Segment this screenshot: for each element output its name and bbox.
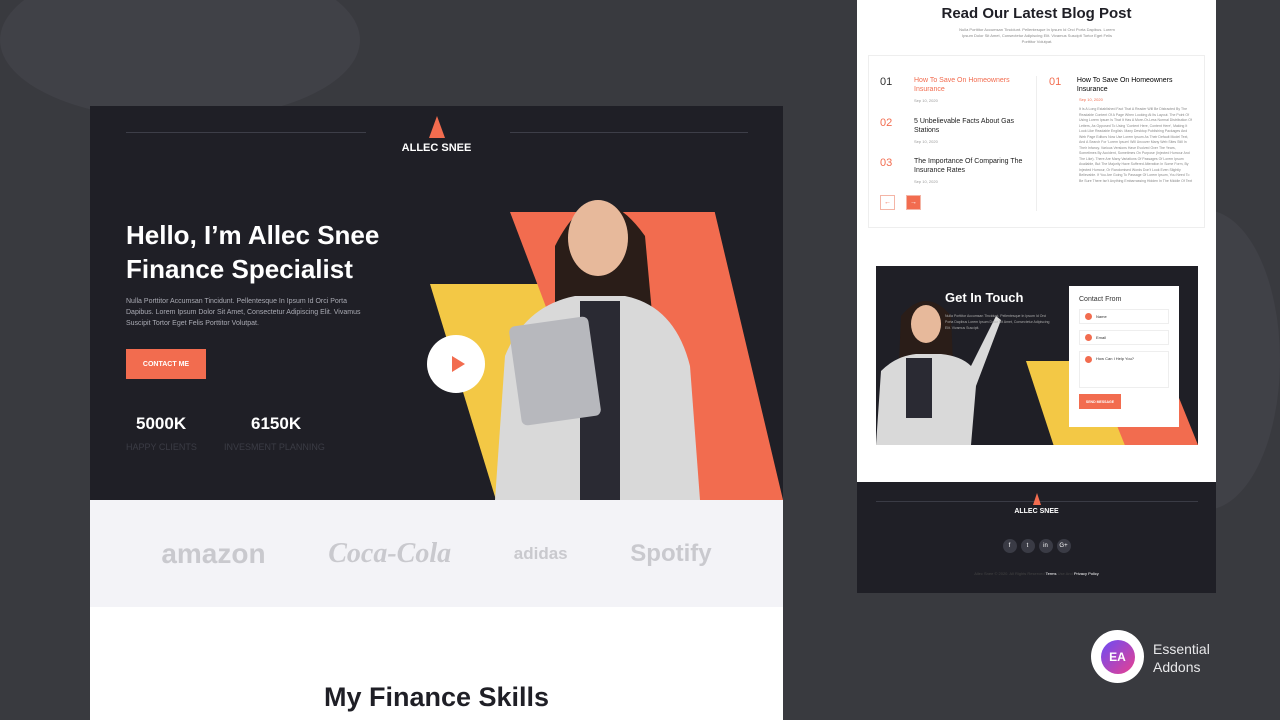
name-field[interactable]: Name	[1079, 309, 1169, 324]
brand-logos: amazon Coca-Cola adidas Spotify	[90, 500, 783, 607]
site-logo[interactable]: ALLEC SNEE	[90, 116, 783, 154]
item-title[interactable]: The Importance Of Comparing The Insuranc…	[914, 157, 1024, 175]
bg-shape	[0, 0, 360, 120]
message-placeholder: How Can I Help You?	[1096, 356, 1135, 361]
blog-subtitle: Nulla Porttitor Accumsan Tincidunt. Pell…	[959, 27, 1115, 44]
template-preview-home: ALLEC SNEE Hello, I’m Allec Snee Finance …	[90, 106, 783, 720]
hero-headline: Hello, I’m Allec Snee Finance Specialist	[126, 218, 379, 286]
message-icon	[1085, 356, 1092, 363]
item-title[interactable]: How To Save On Homeowners Insurance	[914, 76, 1024, 94]
user-icon	[1085, 313, 1092, 320]
email-icon	[1085, 334, 1092, 341]
contact-form: Contact From Name Email How Can I Help Y…	[1069, 286, 1179, 427]
detail-title: How To Save On Homeowners Insurance	[1076, 77, 1173, 93]
blog-item[interactable]: 02 5 Unbelievable Facts About Gas Station…	[880, 117, 1024, 144]
form-title: Contact From	[1079, 296, 1122, 303]
facebook-icon[interactable]: f	[1002, 539, 1017, 553]
email-field[interactable]: Email	[1079, 330, 1169, 345]
template-preview-inner: Read Our Latest Blog Post Nulla Porttito…	[857, 0, 1216, 593]
email-placeholder: Email	[1096, 335, 1107, 340]
headline-line-1: Hello, I’m Allec Snee	[126, 220, 380, 250]
brand-logo-adidas: adidas	[513, 543, 568, 563]
brand-logo-amazon: amazon	[161, 537, 266, 569]
play-video-button[interactable]	[427, 335, 485, 393]
blog-list: 01 How To Save On Homeowners Insurance Sep…	[868, 55, 1205, 228]
item-date: Sep 10, 2020	[914, 98, 938, 103]
detail-body[interactable]: It Is A Long Established Fact That A Rea…	[1079, 107, 1194, 202]
stat-label: HAPPY CLIENTS	[126, 442, 197, 452]
prev-button[interactable]: ←	[880, 195, 895, 210]
logo-icon	[1032, 493, 1041, 505]
brand-logo-coca-cola: Coca-Cola	[328, 537, 452, 569]
stat-label: INVESMENT PLANNING	[224, 442, 325, 452]
person-photo	[495, 200, 700, 500]
contact-me-button[interactable]: CONTACT ME	[126, 349, 206, 379]
privacy-link[interactable]: Privacy Policy	[1074, 571, 1099, 576]
detail-date: Sep 10, 2020	[1079, 97, 1103, 102]
contact-text: Nulla Porttitor Accumsan Tincidunt. Pell…	[945, 314, 1050, 330]
item-number: 02	[880, 117, 893, 129]
item-title[interactable]: 5 Unbelievable Facts About Gas Stations	[914, 117, 1024, 135]
brand-name: ALLEC SNEE	[401, 142, 472, 154]
section-title: My Finance Skills	[323, 682, 550, 712]
google-plus-icon[interactable]: G+	[1056, 539, 1071, 553]
essential-addons-badge: EA	[1091, 630, 1144, 683]
terms-link[interactable]: Terms	[1046, 571, 1057, 576]
twitter-icon[interactable]: t	[1020, 539, 1035, 553]
blog-title: Read Our Latest Blog Post	[941, 5, 1132, 22]
item-date: Sep 10, 2020	[914, 139, 938, 144]
hero-section: ALLEC SNEE Hello, I’m Allec Snee Finance …	[90, 106, 783, 500]
send-message-button[interactable]: SEND MESSAGE	[1079, 394, 1121, 409]
divider	[1036, 76, 1037, 211]
logo-icon	[428, 116, 445, 138]
blog-detail: 01 How To Save On Homeowners Insurance Se…	[1049, 76, 1194, 202]
message-field[interactable]: How Can I Help You?	[1079, 351, 1169, 388]
footer: ALLEC SNEE f t in G+ Allec Snee © 2020. All…	[857, 482, 1216, 593]
ea-logo: EA	[1100, 639, 1135, 674]
blog-item[interactable]: 03 The Importance Of Comparing The Insura…	[880, 157, 1024, 184]
separator-text: Use And	[1057, 571, 1073, 576]
stat-value: 5000K	[136, 414, 187, 433]
play-icon	[451, 356, 465, 372]
badge-line-2: Addons	[1153, 659, 1201, 675]
name-placeholder: Name	[1096, 314, 1107, 319]
detail-number: 01	[1049, 76, 1062, 88]
footer-logo[interactable]: ALLEC SNEE	[857, 493, 1216, 515]
brand-logo-spotify: Spotify	[630, 539, 712, 567]
brand-name: ALLEC SNEE	[1014, 508, 1059, 515]
item-number: 03	[880, 157, 893, 169]
headline-line-2: Finance Specialist	[126, 254, 353, 284]
next-button[interactable]: →	[906, 195, 921, 210]
social-links: f t in G+	[857, 534, 1216, 553]
linkedin-icon[interactable]: in	[1038, 539, 1053, 553]
copyright: Allec Snee © 2020. All Rights Reserved T…	[857, 571, 1216, 576]
stat-value: 6150K	[251, 414, 302, 433]
item-date: Sep 10, 2020	[914, 179, 938, 184]
copyright-text: Allec Snee © 2020. All Rights Reserved	[974, 571, 1045, 576]
badge-text: Essential Addons	[1153, 640, 1210, 676]
item-number: 01	[880, 76, 893, 88]
blog-item[interactable]: 01 How To Save On Homeowners Insurance Sep…	[880, 76, 1024, 103]
badge-line-1: Essential	[1153, 641, 1210, 657]
contact-section: Get In Touch Nulla Porttitor Accumsan Ti…	[876, 266, 1198, 445]
contact-title: Get In Touch	[945, 290, 1024, 305]
hero-description: Nulla Porttitor Accumsan Tincidunt. Pell…	[126, 298, 361, 327]
